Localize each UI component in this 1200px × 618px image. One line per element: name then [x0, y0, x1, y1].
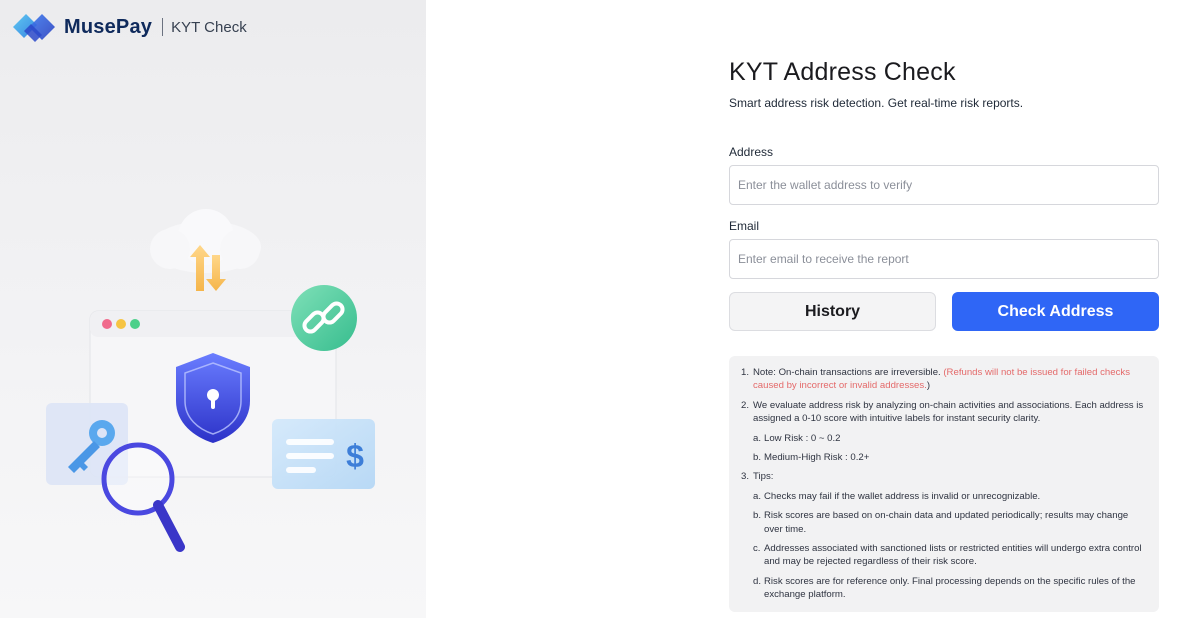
email-label: Email	[729, 219, 760, 233]
tip-text: Risk scores are based on on-chain data a…	[764, 510, 1129, 535]
magnifier-icon	[101, 442, 185, 552]
tip-text: Risk scores are for reference only. Fina…	[764, 575, 1136, 601]
risk-level-item: b. Medium-High Risk : 0.2+	[753, 451, 1149, 464]
brand-name: MusePay	[64, 15, 153, 38]
address-input[interactable]	[729, 165, 1159, 205]
svg-text:$: $	[346, 438, 364, 474]
history-button[interactable]: History	[729, 292, 936, 331]
tip-item: c. Addresses associated with sanctioned …	[753, 542, 1149, 569]
risk-level-item: a. Low Risk : 0 ~ 0.2	[753, 432, 1149, 445]
notes-panel: 1. Note: On-chain transactions are irrev…	[729, 356, 1159, 612]
page-title: KYT Address Check	[729, 58, 956, 86]
tip-text: Checks may fail if the wallet address is…	[764, 490, 1041, 502]
note-text: Note: On-chain transactions are irrevers…	[753, 367, 944, 378]
note-text: We evaluate address risk by analyzing on…	[753, 399, 1144, 425]
product-name: KYT Check	[171, 18, 247, 36]
note-text: Tips:	[753, 471, 774, 483]
page-subtitle: Smart address risk detection. Get real-t…	[729, 96, 1024, 110]
musepay-logo-icon[interactable]	[11, 11, 59, 43]
tip-text: Addresses associated with sanctioned lis…	[764, 543, 1142, 568]
kyt-form: KYT Address Check Smart address risk det…	[729, 58, 1159, 612]
dollar-icon: $	[346, 438, 364, 474]
address-label: Address	[729, 145, 774, 159]
note-item: 1. Note: On-chain transactions are irrev…	[741, 367, 1130, 392]
hero-panel: MusePay KYT Check $	[0, 0, 426, 618]
link-icon	[291, 285, 357, 351]
brand-divider	[162, 18, 164, 36]
tip-item: b. Risk scores are based on on-chain dat…	[753, 509, 1149, 536]
note-item: 2. We evaluate address risk by analyzing…	[741, 399, 1149, 426]
tip-item: d. Risk scores are for reference only. F…	[753, 575, 1149, 602]
low-risk-text: Low Risk : 0 ~ 0.2	[764, 432, 841, 444]
check-address-button[interactable]: Check Address	[952, 292, 1159, 331]
cloud-icon	[150, 209, 261, 273]
security-illustration: $	[46, 209, 375, 552]
brand-header: MusePay KYT Check	[11, 11, 247, 43]
action-buttons: History Check Address	[729, 292, 1159, 331]
medium-high-risk-text: Medium-High Risk : 0.2+	[764, 452, 870, 464]
note-item: 3. Tips:	[741, 470, 1149, 483]
email-input[interactable]	[729, 239, 1159, 279]
tip-item: a. Checks may fail if the wallet address…	[753, 490, 1149, 503]
